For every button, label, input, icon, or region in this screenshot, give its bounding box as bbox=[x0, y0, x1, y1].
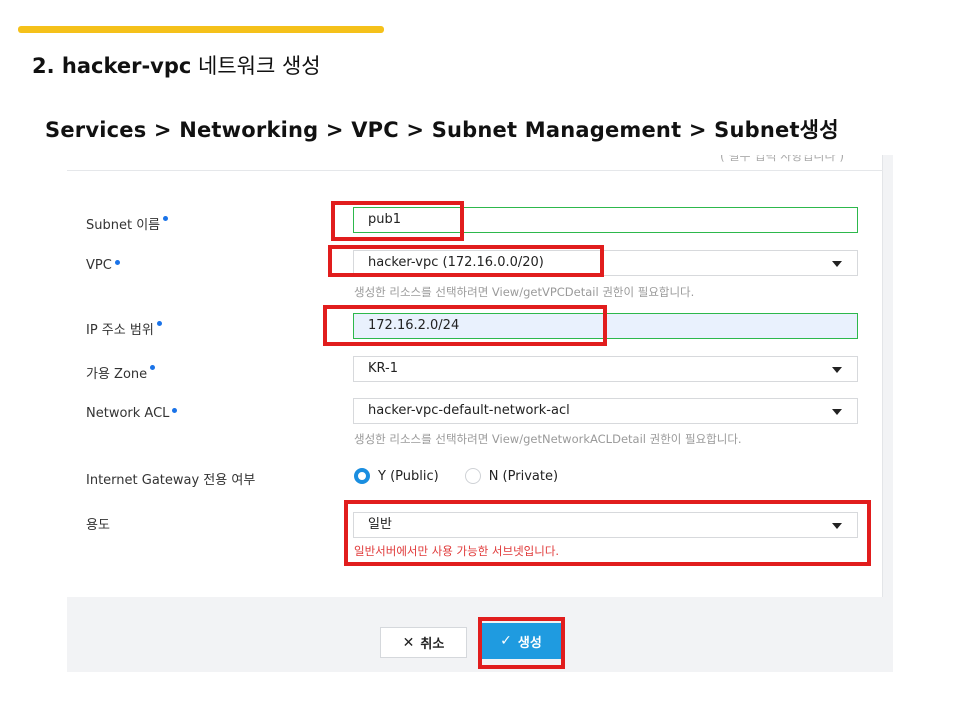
radio-unselected-icon bbox=[464, 468, 481, 484]
igw-option-private[interactable]: N (Private) bbox=[464, 468, 559, 484]
close-icon: ✕ bbox=[402, 634, 415, 651]
required-dot bbox=[114, 260, 120, 265]
igw-option-public[interactable]: Y (Public) bbox=[354, 468, 439, 484]
check-icon: ✓ bbox=[500, 633, 512, 649]
ip-range-label: IP 주소 범위 bbox=[86, 319, 162, 338]
chevron-down-icon bbox=[832, 409, 842, 415]
ip-range-input[interactable]: 172.16.2.0/24 bbox=[353, 313, 858, 339]
slide-title-suffix: 네트워크 생성 bbox=[191, 54, 321, 78]
cancel-label: 취소 bbox=[420, 637, 445, 652]
vpc-select[interactable]: hacker-vpc (172.16.0.0/20) bbox=[353, 250, 858, 276]
igw-option-private-label: N (Private) bbox=[488, 468, 559, 484]
create-button[interactable]: ✓ 생성 bbox=[481, 623, 561, 659]
subnet-name-label: Subnet 이름 bbox=[86, 214, 169, 233]
igw-option-public-label: Y (Public) bbox=[378, 468, 439, 484]
divider bbox=[67, 170, 883, 171]
igw-label: Internet Gateway 전용 여부 bbox=[86, 473, 256, 488]
slide-title-prefix: 2. hacker-vpc bbox=[32, 54, 192, 78]
zone-select[interactable]: KR-1 bbox=[353, 356, 858, 382]
required-note: ( 필수 입력 사항입니다 ) bbox=[720, 155, 844, 163]
cancel-button[interactable]: ✕ 취소 bbox=[380, 627, 467, 658]
subnet-name-input[interactable]: pub1 bbox=[353, 207, 858, 233]
chevron-down-icon bbox=[832, 367, 842, 373]
network-acl-value: hacker-vpc-default-network-acl bbox=[368, 403, 570, 418]
subnet-form: ( 필수 입력 사항입니다 ) Subnet 이름 pub1 VPC hacke… bbox=[67, 155, 883, 597]
vpc-label: VPC bbox=[86, 258, 120, 273]
igw-radio-group: Y (Public) N (Private) bbox=[354, 468, 584, 484]
vpc-value: hacker-vpc (172.16.0.0/20) bbox=[368, 255, 544, 270]
breadcrumb: Services > Networking > VPC > Subnet Man… bbox=[45, 118, 839, 142]
vpc-hint: 생성한 리소스를 선택하려면 View/getVPCDetail 권한이 필요합… bbox=[354, 285, 695, 299]
radio-selected-icon bbox=[354, 468, 370, 484]
chevron-down-icon bbox=[832, 523, 842, 529]
required-dot bbox=[156, 321, 162, 326]
usage-hint: 일반서버에서만 사용 가능한 서브넷입니다. bbox=[354, 544, 560, 558]
required-dot bbox=[172, 408, 178, 413]
create-label: 생성 bbox=[517, 635, 542, 651]
required-dot bbox=[163, 216, 169, 221]
chevron-down-icon bbox=[832, 261, 842, 267]
usage-label: 용도 bbox=[86, 518, 110, 533]
usage-select[interactable]: 일반 bbox=[353, 512, 858, 538]
usage-value: 일반 bbox=[368, 517, 392, 532]
zone-label: 가용 Zone bbox=[86, 363, 156, 382]
network-acl-label: Network ACL bbox=[86, 406, 178, 421]
console-screenshot: ( 필수 입력 사항입니다 ) Subnet 이름 pub1 VPC hacke… bbox=[67, 155, 893, 672]
network-acl-hint: 생성한 리소스를 선택하려면 View/getNetworkACLDetail … bbox=[354, 432, 742, 446]
accent-bar bbox=[18, 26, 384, 33]
required-dot bbox=[150, 365, 156, 370]
zone-value: KR-1 bbox=[368, 361, 398, 376]
slide-title: 2. hacker-vpc 네트워크 생성 bbox=[32, 50, 321, 80]
network-acl-select[interactable]: hacker-vpc-default-network-acl bbox=[353, 398, 858, 424]
